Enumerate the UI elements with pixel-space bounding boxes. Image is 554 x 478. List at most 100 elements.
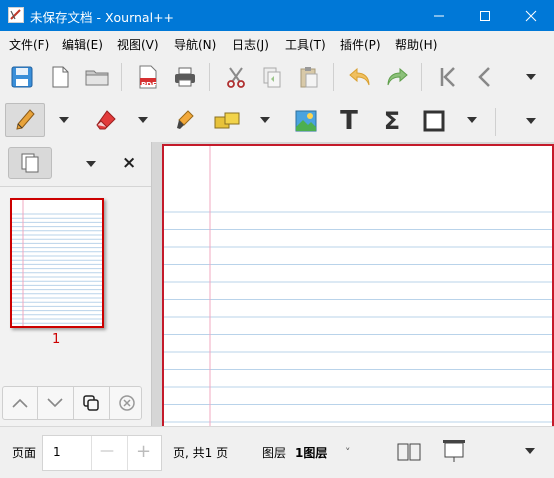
menu-navigate[interactable]: 导航(N) — [174, 36, 216, 53]
menu-file[interactable]: 文件(F) — [9, 36, 49, 53]
select-options-dropdown[interactable] — [260, 117, 270, 123]
minimize-button[interactable] — [416, 0, 462, 31]
maximize-icon — [480, 10, 490, 21]
open-button[interactable] — [82, 62, 112, 92]
sidebar-page-actions — [2, 386, 142, 420]
save-button[interactable] — [7, 62, 37, 92]
presentation-icon — [443, 440, 465, 462]
move-page-up-button[interactable] — [5, 389, 35, 417]
delete-page-button[interactable] — [112, 389, 142, 417]
layer-selector[interactable]: 1图层 — [295, 444, 327, 461]
menu-tools[interactable]: 工具(T) — [285, 36, 326, 53]
highlighter-icon — [177, 110, 194, 129]
delete-circle-icon — [119, 395, 135, 411]
sidebar-close-icon[interactable]: × — [122, 153, 136, 173]
document-canvas[interactable] — [152, 142, 554, 434]
page-preview-tab[interactable] — [8, 147, 52, 179]
page-ruled-lines — [164, 146, 552, 432]
latex-tool-button[interactable]: Σ — [377, 106, 407, 136]
close-icon — [525, 10, 537, 21]
close-window-button[interactable] — [508, 0, 554, 31]
cut-button[interactable] — [221, 62, 251, 92]
tools-toolbar: T Σ — [0, 100, 554, 142]
chevron-up-icon — [12, 398, 28, 408]
latex-sigma-icon: Σ — [383, 107, 401, 135]
toolbar-separator — [121, 63, 122, 91]
shape-options-dropdown[interactable] — [467, 117, 477, 123]
dual-page-icon — [397, 443, 421, 461]
print-button[interactable] — [170, 62, 200, 92]
image-icon — [295, 110, 317, 132]
shape-tool-button[interactable] — [419, 106, 449, 136]
export-pdf-button[interactable]: PDF — [133, 62, 163, 92]
page-increment-button[interactable]: + — [136, 441, 151, 462]
toolbar-separator — [209, 63, 210, 91]
page-thumbnail-number: 1 — [52, 332, 61, 347]
sidebar: × 1 — [0, 142, 152, 426]
save-icon — [11, 66, 33, 88]
page-previews-icon — [21, 153, 39, 173]
dual-page-view-button[interactable] — [396, 441, 422, 463]
text-tool-button[interactable]: T — [334, 106, 364, 136]
menu-help[interactable]: 帮助(H) — [395, 36, 437, 53]
title-bar: 未保存文档 - Xournal++ — [0, 0, 554, 31]
cut-icon — [227, 67, 245, 88]
menu-view[interactable]: 视图(V) — [117, 36, 159, 53]
previous-page-button[interactable] — [470, 62, 500, 92]
statusbar-menu-dropdown[interactable] — [525, 448, 535, 454]
insert-image-button[interactable] — [291, 106, 321, 136]
pen-options-dropdown[interactable] — [59, 117, 69, 123]
eraser-icon — [96, 110, 116, 130]
page-thumbnail[interactable] — [10, 198, 104, 328]
divider — [109, 387, 110, 419]
layer-dropdown-chevron[interactable]: ˅ — [345, 446, 351, 459]
redo-button[interactable] — [382, 62, 412, 92]
pen-tool-button[interactable] — [5, 103, 45, 137]
menu-bar: 文件(F) 编辑(E) 视图(V) 导航(N) 日志(J) 工具(T) 插件(P… — [0, 31, 554, 55]
eraser-options-dropdown[interactable] — [138, 117, 148, 123]
shape-rectangle-icon — [423, 110, 445, 132]
duplicate-page-button[interactable] — [76, 389, 106, 417]
page-number-input[interactable]: 1 — [53, 445, 61, 459]
status-bar: 页面 1 — + 页, 共1 页 图层 1图层 ˅ — [0, 426, 554, 478]
go-first-page-button[interactable] — [433, 62, 463, 92]
new-document-icon — [52, 66, 69, 88]
menu-edit[interactable]: 编辑(E) — [62, 36, 103, 53]
copy-button[interactable] — [257, 62, 287, 92]
main-toolbar: PDF — [0, 55, 554, 100]
toolbar-overflow-button[interactable] — [516, 62, 546, 92]
page-decrement-button[interactable]: — — [100, 443, 114, 459]
thumbnail-ruled-lines — [12, 200, 102, 326]
undo-icon — [349, 67, 370, 86]
highlighter-tool-button[interactable] — [170, 106, 200, 136]
sidebar-view-dropdown[interactable] — [86, 161, 96, 167]
go-first-page-icon — [440, 67, 455, 87]
divider — [91, 436, 92, 470]
divider — [73, 387, 74, 419]
maximize-button[interactable] — [462, 0, 508, 31]
layer-prefix-label: 图层 — [262, 446, 287, 460]
tools-overflow-button[interactable] — [516, 106, 546, 136]
chevron-down-icon — [47, 398, 63, 408]
select-region-button[interactable] — [212, 106, 242, 136]
window-title: 未保存文档 - Xournal++ — [30, 10, 175, 25]
paste-button[interactable] — [294, 62, 324, 92]
undo-button[interactable] — [345, 62, 375, 92]
menu-plugins[interactable]: 插件(P) — [340, 36, 381, 53]
minimize-icon — [434, 15, 444, 16]
eraser-tool-button[interactable] — [91, 106, 121, 136]
previous-page-icon — [478, 67, 490, 87]
presentation-mode-button[interactable] — [440, 437, 468, 465]
toolbar-separator — [421, 63, 422, 91]
new-document-button[interactable] — [45, 62, 75, 92]
chevron-down-icon — [526, 74, 536, 80]
move-page-down-button[interactable] — [40, 389, 70, 417]
menu-journal[interactable]: 日志(J) — [232, 36, 269, 53]
redo-icon — [387, 67, 408, 86]
toolbar-separator — [333, 63, 334, 91]
page-count-label: 页, 共1 页 — [173, 446, 229, 460]
page-number-spinner: 1 — + — [42, 435, 162, 471]
duplicate-page-icon — [83, 395, 99, 411]
page-prefix-label: 页面 — [12, 446, 37, 460]
journal-page[interactable] — [162, 144, 554, 434]
